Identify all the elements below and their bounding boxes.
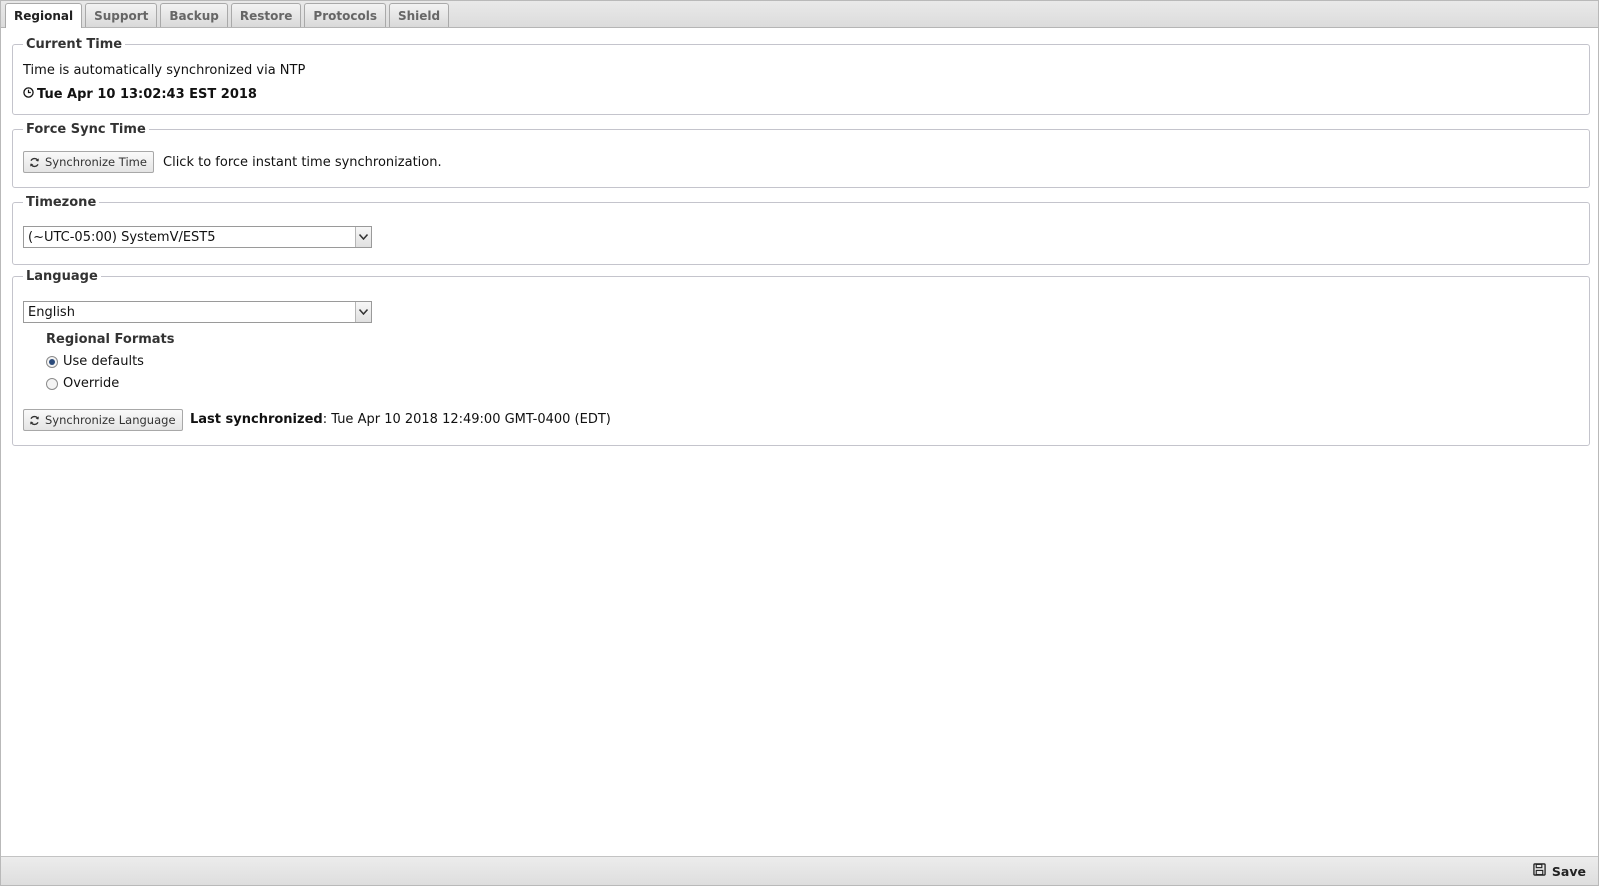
force-sync-description: Click to force instant time synchronizat… (163, 155, 442, 170)
floppy-disk-icon (1533, 863, 1546, 879)
save-label: Save (1551, 863, 1586, 879)
chevron-down-icon[interactable] (355, 302, 371, 322)
ntp-sync-note: Time is automatically synchronized via N… (23, 63, 306, 78)
refresh-icon (29, 157, 40, 168)
radio-override-label: Override (63, 376, 120, 391)
force-sync-legend: Force Sync Time (26, 122, 146, 137)
radio-override[interactable]: Override (46, 376, 119, 391)
language-select[interactable]: English (23, 301, 372, 323)
language-legend: Language (26, 269, 98, 284)
settings-window: Regional Support Backup Restore Protocol… (0, 0, 1599, 886)
last-synchronized-row: Last synchronized: Tue Apr 10 2018 12:49… (190, 412, 611, 427)
tab-support[interactable]: Support (85, 3, 158, 27)
last-synchronized-value: : Tue Apr 10 2018 12:49:00 GMT-0400 (EDT… (322, 412, 611, 427)
last-synchronized-label: Last synchronized (190, 412, 323, 427)
tab-restore[interactable]: Restore (230, 3, 302, 27)
synchronize-time-button[interactable]: Synchronize Time (23, 151, 154, 173)
synchronize-language-label: Synchronize Language (45, 413, 176, 427)
current-datetime-row: Tue Apr 10 13:02:43 EST 2018 (23, 87, 257, 102)
language-selected-value: English (28, 304, 75, 320)
current-time-legend: Current Time (26, 37, 123, 52)
radio-button[interactable] (46, 377, 58, 390)
chevron-down-icon[interactable] (355, 227, 371, 247)
timezone-legend: Timezone (26, 195, 97, 210)
tab-bar: Regional Support Backup Restore Protocol… (1, 1, 1598, 28)
tab-protocols[interactable]: Protocols (304, 3, 386, 27)
tab-regional[interactable]: Regional (5, 3, 83, 28)
regional-formats-heading: Regional Formats (46, 332, 175, 347)
radio-use-defaults[interactable]: Use defaults (46, 354, 144, 369)
synchronize-time-label: Synchronize Time (45, 155, 147, 169)
tab-shield[interactable]: Shield (388, 3, 450, 27)
bottom-toolbar: Save (1, 856, 1598, 885)
timezone-select[interactable]: (~UTC-05:00) SystemV/EST5 (23, 226, 372, 248)
current-datetime: Tue Apr 10 13:02:43 EST 2018 (37, 87, 257, 102)
radio-button-checked[interactable] (46, 355, 58, 368)
synchronize-language-button[interactable]: Synchronize Language (23, 409, 183, 431)
save-button[interactable]: Save (1533, 863, 1586, 879)
clock-icon (23, 87, 34, 102)
timezone-selected-value: (~UTC-05:00) SystemV/EST5 (28, 229, 216, 245)
refresh-icon (29, 415, 40, 426)
radio-use-defaults-label: Use defaults (63, 354, 144, 369)
tab-backup[interactable]: Backup (160, 3, 228, 27)
